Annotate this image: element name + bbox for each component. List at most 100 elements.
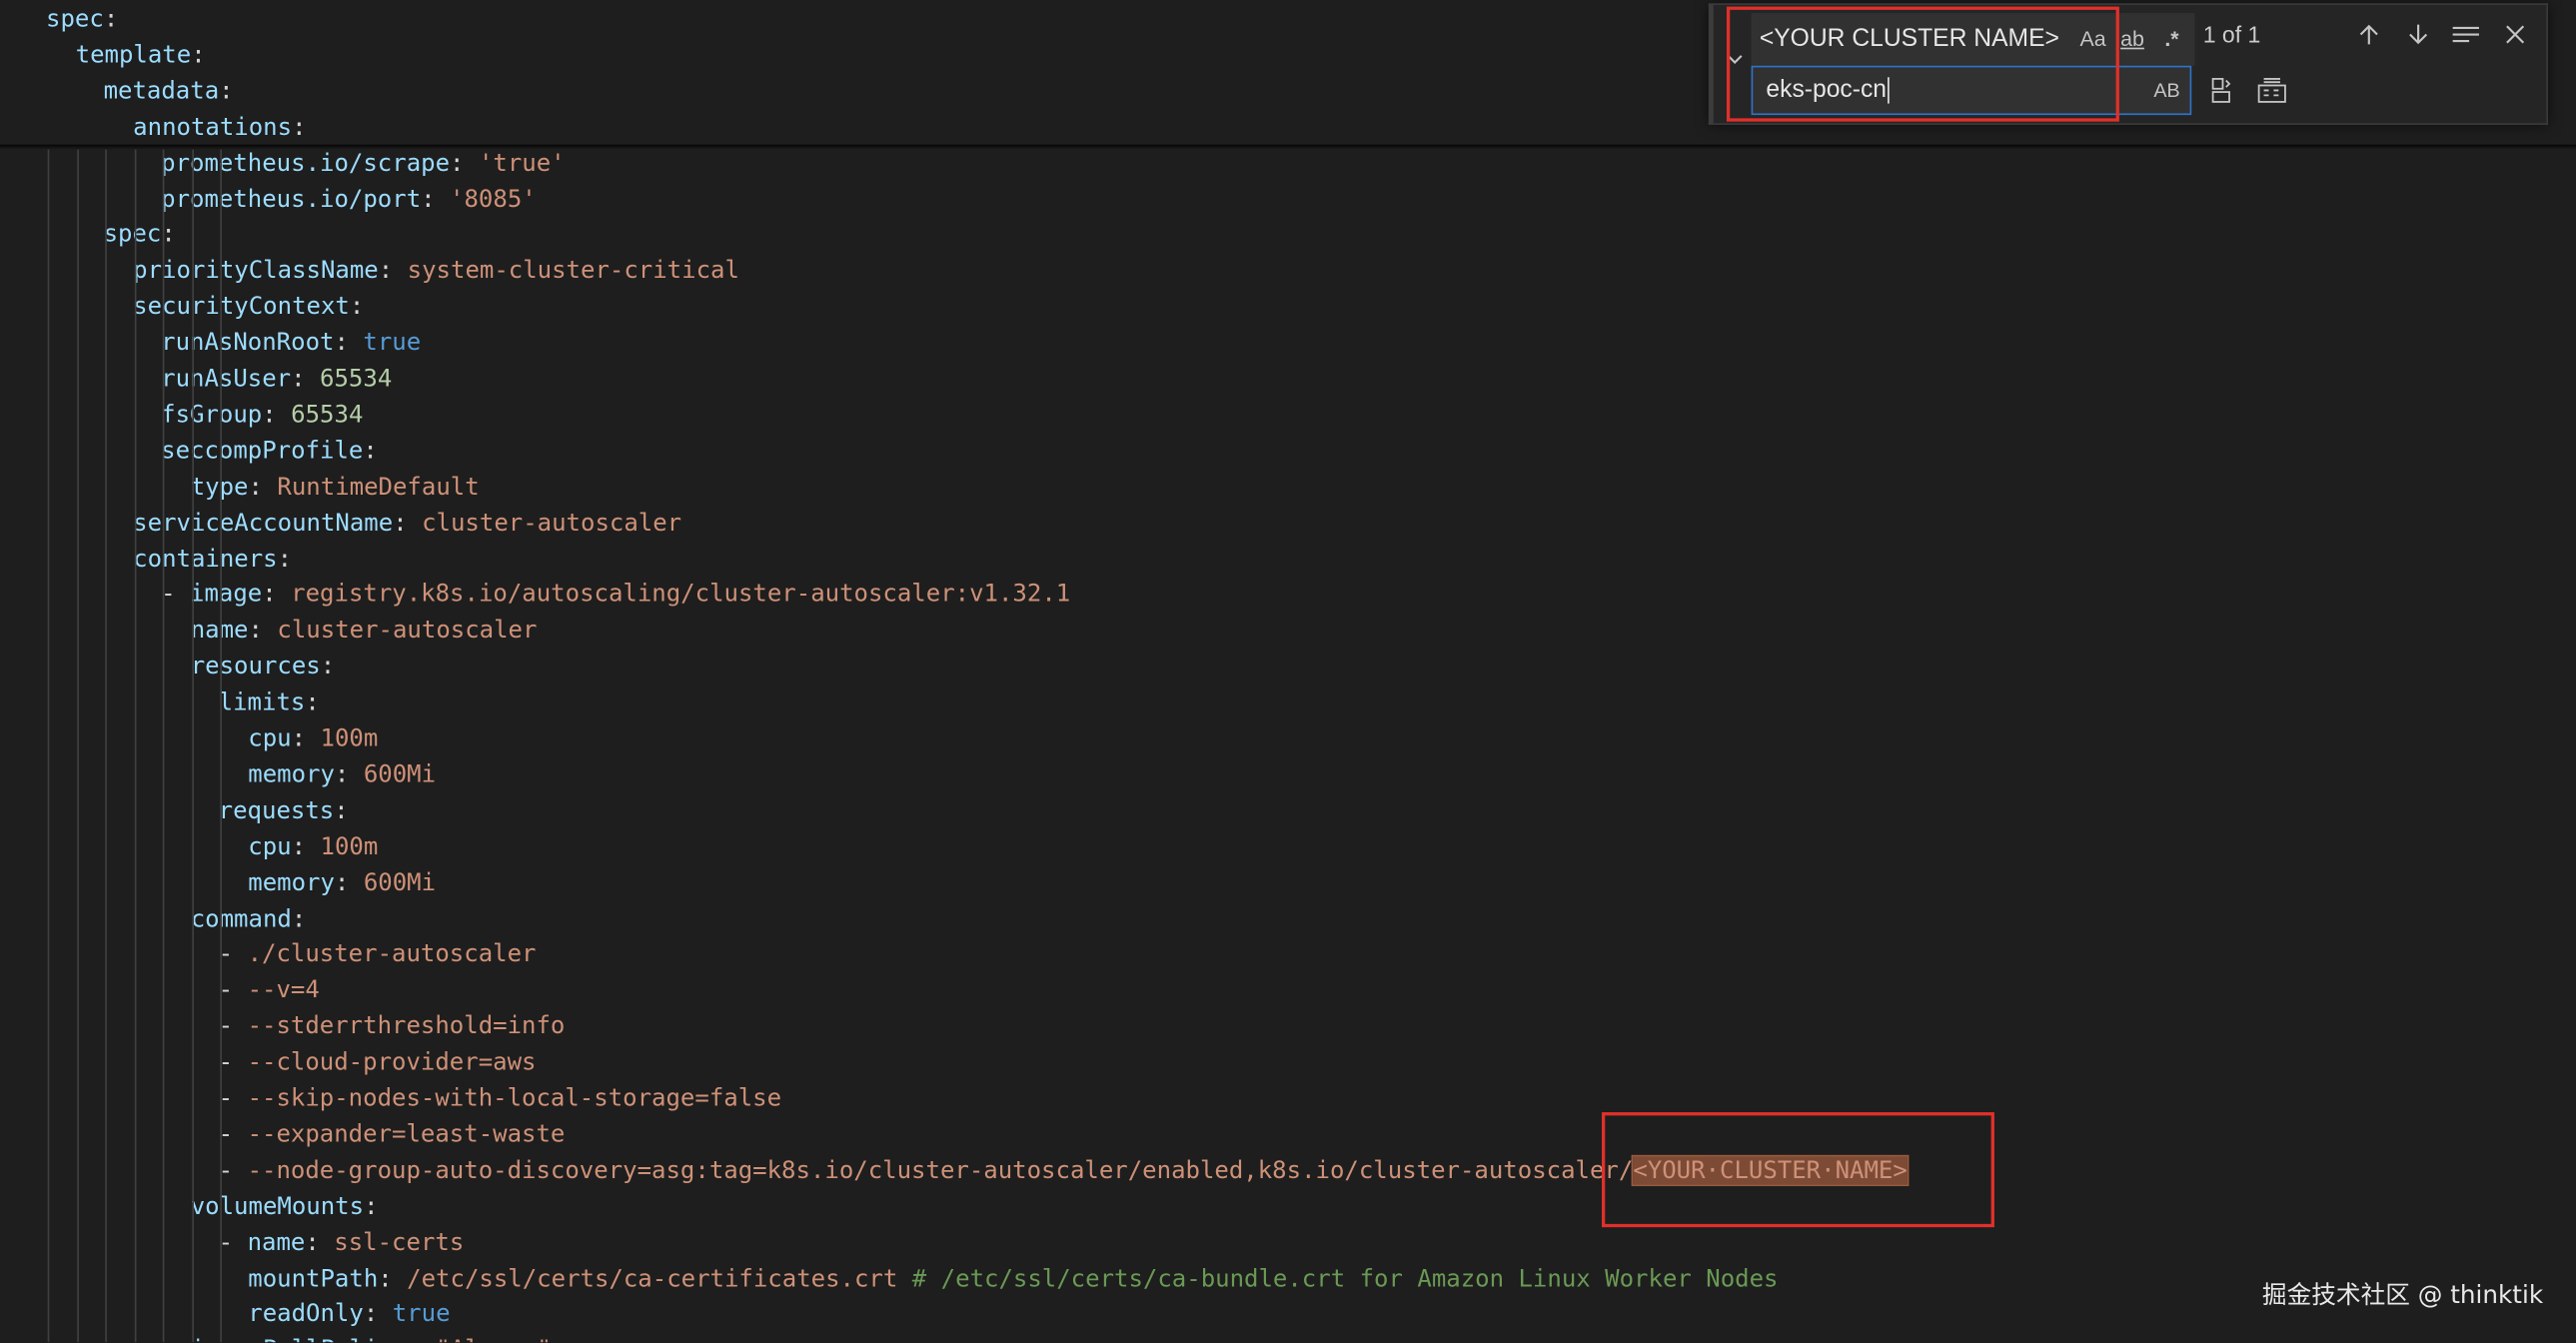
code-line[interactable]: cpu: 100m [248,721,378,757]
code-token: runAsUser [161,364,292,393]
code-token: - [218,1120,248,1149]
code-token: containers [133,545,278,573]
code-token: : [191,40,206,69]
code-token: : [421,184,451,213]
preserve-case-button[interactable]: AB [2153,76,2179,106]
code-token: 100m [320,724,379,752]
code-token: priorityClassName [133,256,379,285]
code-token: : [103,4,119,33]
code-line[interactable]: prometheus.io/port: '8085' [161,182,537,218]
selection-lines-icon[interactable] [2448,16,2484,52]
code-line[interactable]: - --expander=least-waste [219,1117,566,1153]
code-token: resources [190,653,321,680]
code-token: true [363,328,422,357]
code-token: 65534 [291,400,364,429]
code-line[interactable]: cpu: 100m [248,829,378,865]
code-line[interactable]: readOnly: true [248,1297,450,1333]
code-token: cluster-autoscaler [422,509,682,537]
code-token: - [218,1084,248,1113]
code-token: memory [248,868,335,897]
code-token: : [450,148,479,177]
vscode-window: spec: template: metadata: annotations: prome… [0,0,2576,1343]
code-token: metadata [103,76,220,105]
code-line[interactable]: containers: [133,542,292,578]
code-line[interactable]: imagePullPolicy: "Always" [191,1333,552,1342]
code-token: cpu [248,832,292,860]
code-line[interactable]: type: RuntimeDefault [191,470,480,506]
whole-word-button[interactable]: ab [2114,23,2150,56]
code-token: "Always" [436,1336,552,1342]
code-token: --stderrthreshold=info [247,1012,566,1041]
code-line[interactable]: priorityClassName: system-cluster-critic… [133,254,739,290]
code-line[interactable]: template: [76,38,206,74]
code-token: true [392,1300,451,1329]
indent-guide [77,149,79,1343]
regex-button[interactable]: .* [2153,23,2189,56]
code-token: : [291,904,307,933]
code-token: : [349,292,365,321]
annotation-box-find-inputs [1726,6,2119,122]
close-icon[interactable] [2497,16,2533,52]
code-line[interactable]: requests: [219,793,349,829]
code-token: 600Mi [363,760,437,788]
code-token: system-cluster-critical [407,256,739,285]
code-line[interactable]: memory: 600Mi [248,865,436,901]
code-line[interactable]: - --v=4 [219,973,320,1009]
code-token: 100m [320,832,379,860]
code-token: : [305,688,320,716]
code-token: - [218,1048,248,1077]
code-line[interactable]: - --stderrthreshold=info [219,1009,566,1045]
code-token: 65534 [320,364,393,393]
code-line[interactable]: runAsNonRoot: true [161,326,421,362]
code-line[interactable]: - --cloud-provider=aws [219,1045,537,1081]
code-token: : [277,545,293,573]
arrow-down-icon[interactable] [2400,16,2436,52]
annotation-box-cluster-name [1601,1112,1994,1228]
code-line[interactable]: spec: [104,218,176,254]
code-token: - [161,581,191,609]
code-line[interactable]: command: [191,901,307,937]
code-token: : [334,760,364,788]
code-line[interactable]: volumeMounts: [191,1189,379,1225]
code-line[interactable]: memory: 600Mi [248,757,436,793]
replace-icon[interactable] [2203,72,2239,108]
code-token: : [363,436,378,465]
code-line[interactable]: - ./cluster-autoscaler [219,937,537,973]
match-count: 1 of 1 [2202,21,2261,48]
code-token: : [262,400,292,429]
code-line[interactable]: - name: ssl-certs [219,1225,465,1261]
code-token: template [75,40,192,69]
watermark: 掘金技术社区 @ thinktik [2261,1279,2544,1310]
code-token: --expander=least-waste [247,1120,566,1149]
code-line[interactable]: serviceAccountName: cluster-autoscaler [133,506,681,542]
code-token: cluster-autoscaler [277,617,538,645]
code-token: prometheus.io/scrape [161,148,451,177]
code-token: limits [218,688,306,716]
code-line[interactable]: mountPath: /etc/ssl/certs/ca-certificate… [248,1261,1778,1297]
code-line[interactable]: - image: registry.k8s.io/autoscaling/clu… [161,578,1070,614]
code-token: : [378,1264,408,1293]
code-line[interactable]: metadata: [104,74,234,110]
code-line[interactable]: annotations: [133,110,306,146]
code-line[interactable]: spec: [46,2,118,38]
code-line[interactable]: limits: [219,685,320,721]
code-token: --node-group-auto-discovery=asg:tag=k8s.… [247,1156,1634,1185]
code-token: : [248,472,278,501]
code-line[interactable]: runAsUser: 65534 [161,362,392,398]
code-line[interactable]: securityContext: [133,290,364,326]
code-token: registry.k8s.io/autoscaling/cluster-auto… [291,581,1071,609]
code-editor[interactable]: spec: template: metadata: annotations: prome… [0,0,2576,1342]
code-token: spec [103,220,162,249]
indent-guide [105,149,107,1343]
indent-guide [47,149,50,1343]
code-line[interactable]: - --skip-nodes-with-local-storage=false [219,1081,781,1117]
code-token: memory [248,760,335,788]
code-token: - [218,976,248,1005]
code-token: : [378,256,408,285]
code-token: spec [46,4,104,33]
arrow-up-icon[interactable] [2351,16,2387,52]
code-line[interactable]: resources: [191,650,335,685]
replace-all-icon[interactable] [2254,72,2290,108]
code-token: 'true' [478,148,566,177]
code-line[interactable]: name: cluster-autoscaler [191,614,538,650]
